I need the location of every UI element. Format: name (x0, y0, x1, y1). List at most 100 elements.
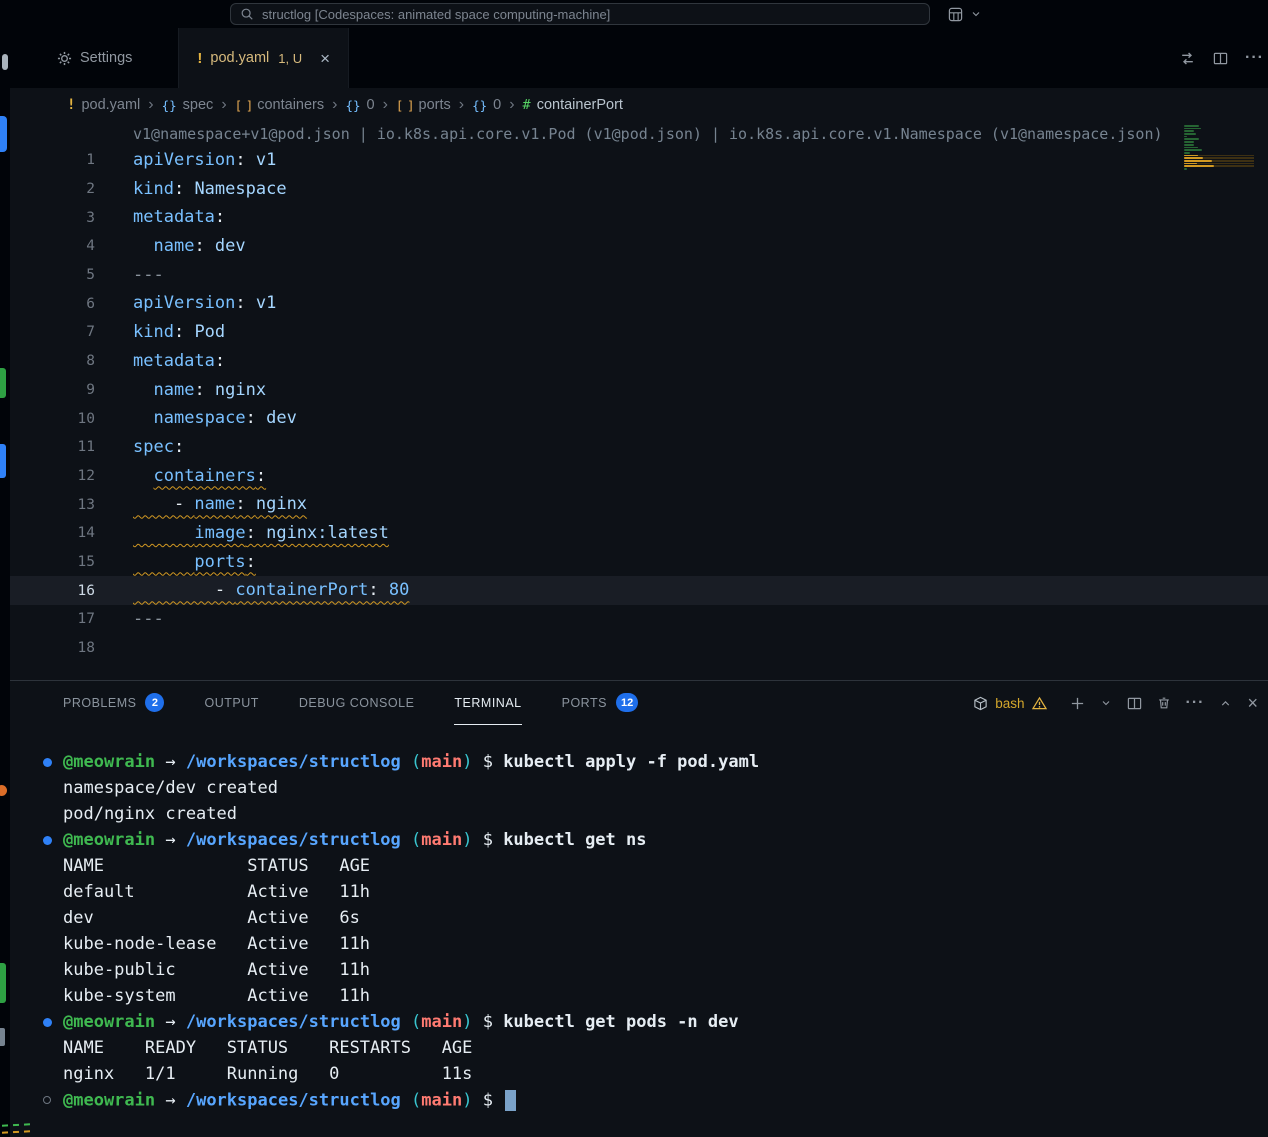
minimap-line (1184, 165, 1254, 167)
terminal-gutter (10, 1018, 63, 1027)
terminal-text: kube-system Active 11h (63, 986, 370, 1006)
close-tab-icon[interactable]: × (320, 50, 330, 67)
terminal-text: kube-public Active 11h (63, 960, 370, 980)
activity-bar-fragment (2, 54, 8, 70)
panel-tab-terminal[interactable]: TERMINAL (454, 681, 521, 725)
terminal-text: @meowrain → /workspaces/structlog (main)… (63, 1090, 516, 1111)
active-prompt-dot (43, 1096, 51, 1104)
activity-bar-sliver (0, 28, 10, 1137)
maximize-panel-chevron-icon[interactable] (1219, 697, 1232, 710)
editor-line-17[interactable]: 17--- (10, 605, 1268, 634)
activity-bar-fragment (0, 785, 7, 796)
editor-line-14[interactable]: 14 image: nginx:latest (10, 519, 1268, 548)
line-number: 2 (10, 181, 95, 197)
editor-line-8[interactable]: 8metadata: (10, 347, 1268, 376)
code-text: apiVersion: v1 (133, 289, 276, 318)
editor-line-4[interactable]: 4 name: dev (10, 232, 1268, 261)
new-terminal-icon[interactable] (1070, 696, 1085, 711)
command-center-search[interactable]: structlog [Codespaces: animated space co… (230, 3, 930, 25)
yaml-schema-lens[interactable]: v1@namespace+v1@pod.json | io.k8s.api.co… (10, 122, 1268, 146)
terminal-line: @meowrain → /workspaces/structlog (main)… (10, 749, 1268, 775)
command-success-dot (43, 758, 52, 767)
terminal-session-bash[interactable]: bash (973, 696, 1046, 711)
editor-line-7[interactable]: 7kind: Pod (10, 318, 1268, 347)
yaml-warning-file-icon: ! (197, 50, 202, 67)
code-text: metadata: (133, 203, 225, 232)
minimap-line (1184, 130, 1254, 132)
editor-line-9[interactable]: 9 name: nginx (10, 376, 1268, 405)
breadcrumb-item-containerPort[interactable]: # containerPort (523, 97, 623, 113)
kill-terminal-trash-icon[interactable] (1157, 696, 1171, 710)
activity-bar-fragment (0, 116, 7, 152)
terminal-dropdown-chevron-icon[interactable] (1100, 697, 1112, 709)
editor-line-6[interactable]: 6apiVersion: v1 (10, 289, 1268, 318)
editor-line-11[interactable]: 11spec: (10, 433, 1268, 462)
editor-line-16[interactable]: 16 - containerPort: 80 (10, 576, 1268, 605)
panel-tab-debug-console[interactable]: DEBUG CONSOLE (299, 681, 415, 725)
minimap-line (1184, 138, 1254, 140)
editor-line-3[interactable]: 3 metadata: (10, 203, 1268, 232)
minimap-line (1184, 149, 1254, 151)
breadcrumb-label: containerPort (537, 97, 623, 113)
panel-header: PROBLEMS2 OUTPUT DEBUG CONSOLE TERMINAL PORT… (10, 681, 1268, 725)
terminal-line: nginx 1/1 Running 0 11s (10, 1061, 1268, 1087)
code-text: --- (133, 605, 164, 634)
editor-line-18[interactable]: 18 (10, 634, 1268, 663)
editor-line-10[interactable]: 10 namespace: dev (10, 404, 1268, 433)
chevron-down-icon[interactable] (970, 8, 982, 20)
breadcrumb-item-pod.yaml[interactable]: !pod.yaml (67, 97, 140, 113)
split-terminal-icon[interactable] (1127, 696, 1142, 711)
editor-more-actions-icon[interactable]: ··· (1245, 49, 1264, 67)
code-text: containers: (133, 462, 266, 491)
terminal-text: kube-node-lease Active 11h (63, 934, 370, 954)
split-editor-icon[interactable] (1213, 51, 1228, 66)
panel-tab-bar: PROBLEMS2 OUTPUT DEBUG CONSOLE TERMINAL PORT… (63, 681, 638, 725)
terminal[interactable]: @meowrain → /workspaces/structlog (main)… (10, 725, 1268, 1137)
terminal-line: NAME READY STATUS RESTARTS AGE (10, 1035, 1268, 1061)
close-panel-icon[interactable]: × (1247, 694, 1258, 712)
breadcrumb-item-spec[interactable]: {}spec (162, 97, 214, 113)
minimap-line (1184, 133, 1254, 135)
line-number: 12 (10, 468, 95, 484)
code-text: name: nginx (133, 376, 266, 405)
panel-tab-output[interactable]: OUTPUT (204, 681, 258, 725)
panel-more-actions-icon[interactable]: ··· (1186, 694, 1205, 712)
panel-tab-ports[interactable]: PORTS12 (562, 681, 639, 725)
editor-line-12[interactable]: 12 containers: (10, 462, 1268, 491)
line-number: 3 (10, 210, 95, 226)
editor-pane[interactable]: v1@namespace+v1@pod.json | io.k8s.api.co… (10, 122, 1268, 680)
editor-line-5[interactable]: 5--- (10, 261, 1268, 290)
breadcrumb-item-0[interactable]: {}0 (472, 97, 501, 113)
terminal-line: kube-public Active 11h (10, 957, 1268, 983)
tab-pod-yaml[interactable]: ! pod.yaml 1, U × (179, 28, 349, 88)
terminal-text: NAME STATUS AGE (63, 856, 370, 876)
panel-tab-label: PROBLEMS (63, 696, 136, 710)
editor-line-15[interactable]: 15 ports: (10, 548, 1268, 577)
codespaces-menu-icon[interactable] (948, 7, 963, 22)
breadcrumb-label: 0 (493, 97, 501, 113)
activity-bar-fragment (0, 368, 6, 398)
panel-tab-problems[interactable]: PROBLEMS2 (63, 681, 164, 725)
minimap[interactable] (1184, 125, 1254, 173)
breadcrumb-label: spec (183, 97, 214, 113)
tab-settings[interactable]: Settings (30, 28, 179, 88)
terminal-line: dev Active 6s (10, 905, 1268, 931)
line-number: 9 (10, 382, 95, 398)
terminal-text: namespace/dev created (63, 778, 278, 798)
terminal-text: pod/nginx created (63, 804, 237, 824)
chevron-right-icon: › (459, 97, 464, 113)
editor-line-1[interactable]: 1apiVersion: v1 (10, 146, 1268, 175)
breadcrumb-item-ports[interactable]: [ ]ports (396, 97, 451, 113)
breadcrumb-item-containers[interactable]: [ ]containers (235, 97, 324, 113)
code-text: ports: (133, 548, 256, 577)
breadcrumb-item-0[interactable]: {}0 (345, 97, 374, 113)
activity-bar-fragment (0, 1028, 5, 1046)
code-text: apiVersion: v1 (133, 146, 276, 175)
line-number: 10 (10, 411, 95, 427)
number-icon: # (523, 97, 531, 113)
editor-line-2[interactable]: 2kind: Namespace (10, 175, 1268, 204)
chevron-right-icon: › (509, 97, 514, 113)
open-changes-icon[interactable] (1179, 50, 1196, 67)
chevron-right-icon: › (221, 97, 226, 113)
editor-line-13[interactable]: 13 - name: nginx (10, 490, 1268, 519)
